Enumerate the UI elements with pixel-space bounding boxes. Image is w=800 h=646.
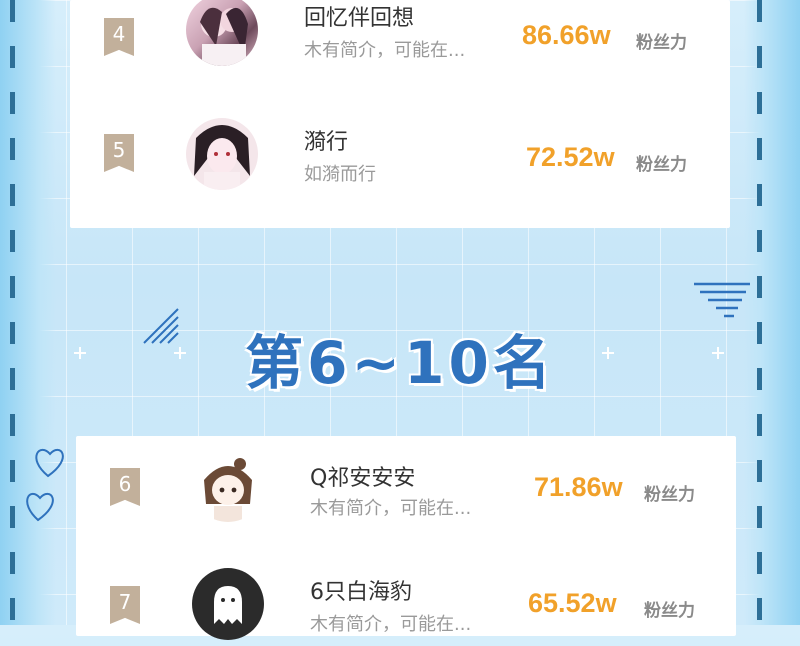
chibi-girl-illustration-icon [204,458,252,522]
ranking-row[interactable]: 4 回忆伴回想 木有简介，可能在... 86.66w 粉丝力 [70,0,730,90]
user-name[interactable]: Q祁安安安 [310,460,415,492]
fans-count: 71.86w [534,472,623,502]
heart-outline-icon [26,448,64,522]
user-bio: 如漪而行 [304,164,376,185]
ranking-row[interactable]: 7 6只白海豹 木有简介，可能在... 65.52w 粉丝力 [76,546,736,646]
user-avatar[interactable] [192,568,264,640]
ranking-card-bottom: 6 Q祁安安安 木有简介，可能在... 71.86w 粉丝力 7 6只白海豹 木… [76,436,736,640]
user-bio: 木有简介，可能在... [310,614,472,635]
rank-badge: 6 [110,468,140,506]
couple-illustration-icon [200,7,248,66]
rank-badge: 4 [104,18,134,56]
fans-count: 86.66w [522,20,611,50]
user-bio: 木有简介，可能在... [304,40,466,61]
user-avatar[interactable] [192,450,264,522]
right-dashed-line [757,0,762,625]
user-name[interactable]: 回忆伴回想 [304,0,414,32]
user-bio: 木有简介，可能在... [310,498,472,519]
user-avatar[interactable] [186,118,258,190]
ranking-row[interactable]: 5 漪行 如漪而行 72.52w 粉丝力 [70,110,730,210]
fans-label: 粉丝力 [644,485,695,505]
user-name[interactable]: 漪行 [304,124,348,156]
rank-badge: 7 [110,586,140,624]
fans-label: 粉丝力 [636,33,687,53]
rank-badge: 5 [104,134,134,172]
user-name[interactable]: 6只白海豹 [310,574,412,606]
ranking-row[interactable]: 6 Q祁安安安 木有简介，可能在... 71.86w 粉丝力 [76,436,736,536]
fans-label: 粉丝力 [644,601,695,621]
fans-count: 72.52w [526,142,615,172]
ghost-default-avatar-icon [214,586,242,624]
fans-count: 65.52w [528,588,617,618]
left-border [0,0,56,625]
dark-haired-girl-illustration-icon [194,125,250,190]
left-dashed-line [10,0,15,625]
user-avatar[interactable] [186,0,258,66]
section-title: 第6~10名 [245,329,555,397]
ranking-card-top: 4 回忆伴回想 木有简介，可能在... 86.66w 粉丝力 5 漪行 如漪而行… [70,0,730,228]
fans-label: 粉丝力 [636,155,687,175]
